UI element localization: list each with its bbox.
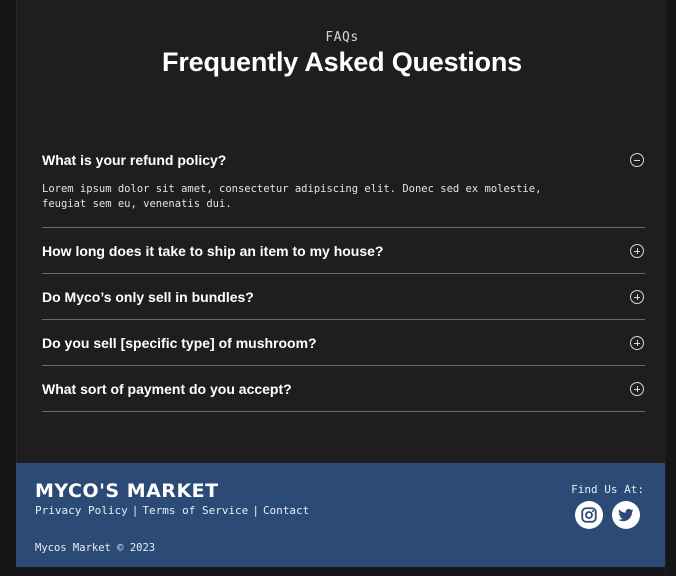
- terms-of-service-link[interactable]: Terms of Service: [142, 504, 248, 517]
- faq-question: Do Myco’s only sell in bundles?: [42, 288, 254, 305]
- faq-item: Do you sell [specific type] of mushroom?: [42, 320, 645, 366]
- faq-question-toggle[interactable]: What is your refund policy?: [42, 138, 645, 182]
- faq-question: Do you sell [specific type] of mushroom?: [42, 334, 317, 351]
- link-separator: |: [252, 504, 259, 517]
- faq-item: How long does it take to ship an item to…: [42, 228, 645, 274]
- twitter-icon[interactable]: [612, 501, 640, 529]
- faq-question: How long does it take to ship an item to…: [42, 242, 384, 259]
- copyright-text: Mycos Market © 2023: [35, 542, 156, 554]
- site-footer: MYCO'S MARKET Privacy Policy | Terms of Se…: [16, 463, 665, 567]
- faq-item: Do Myco’s only sell in bundles?: [42, 274, 645, 320]
- faq-header: FAQs Frequently Asked Questions: [17, 30, 667, 78]
- faq-item: What is your refund policy? Lorem ipsum …: [42, 138, 645, 228]
- faq-question-toggle[interactable]: Do Myco’s only sell in bundles?: [42, 274, 645, 319]
- faq-question: What sort of payment do you accept?: [42, 380, 292, 397]
- section-eyebrow: FAQs: [325, 30, 359, 45]
- expand-icon[interactable]: [630, 335, 644, 350]
- page-title: Frequently Asked Questions: [162, 47, 522, 77]
- collapse-icon[interactable]: [630, 153, 644, 167]
- expand-icon[interactable]: [630, 289, 644, 304]
- contact-link[interactable]: Contact: [263, 504, 309, 517]
- expand-icon[interactable]: [630, 381, 644, 396]
- faq-question-toggle[interactable]: How long does it take to ship an item to…: [42, 228, 645, 273]
- privacy-policy-link[interactable]: Privacy Policy: [35, 504, 128, 517]
- faq-question: What is your refund policy?: [42, 152, 227, 168]
- footer-links: Privacy Policy | Terms of Service | Contact: [35, 504, 309, 517]
- faq-question-toggle[interactable]: Do you sell [specific type] of mushroom?: [42, 320, 645, 365]
- faq-question-toggle[interactable]: What sort of payment do you accept?: [42, 366, 645, 411]
- faq-item: What sort of payment do you accept?: [42, 366, 645, 412]
- expand-icon[interactable]: [630, 243, 644, 258]
- find-us-label: Find Us At:: [571, 483, 644, 496]
- footer-brand[interactable]: MYCO'S MARKET: [35, 480, 219, 502]
- faq-answer: Lorem ipsum dolor sit amet, consectetur …: [42, 183, 542, 210]
- faq-list: What is your refund policy? Lorem ipsum …: [42, 138, 645, 412]
- bottom-edge: [16, 567, 665, 576]
- instagram-icon[interactable]: [575, 501, 603, 529]
- link-separator: |: [131, 504, 139, 517]
